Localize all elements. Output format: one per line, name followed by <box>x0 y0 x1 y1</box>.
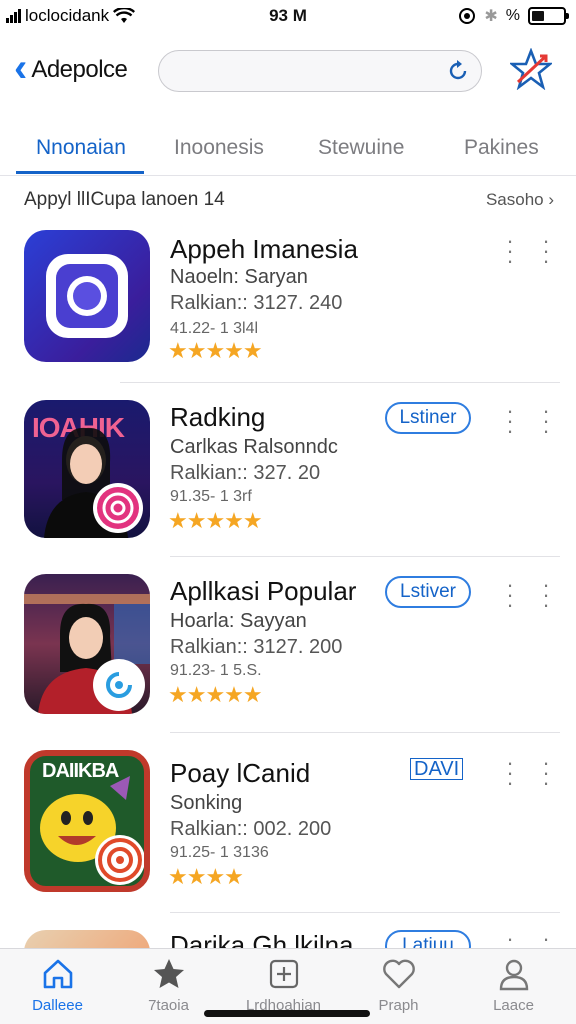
back-label: Adepolce <box>31 56 128 83</box>
location-icon <box>459 8 476 24</box>
app-name: Radking <box>170 402 266 432</box>
app-icon <box>24 930 150 948</box>
more-icon[interactable]: ·· <box>542 928 550 949</box>
back-button[interactable]: ‹ Adepolce <box>14 48 128 88</box>
tab-1[interactable]: Nnonaian <box>36 136 126 160</box>
status-bar: loclocidank 93 M ✱ % <box>0 0 576 34</box>
star-logo-icon[interactable] <box>510 48 552 90</box>
more-icon[interactable]: · · · <box>506 230 514 272</box>
tab-2[interactable]: Inoonesis <box>174 136 264 160</box>
more-icon[interactable]: · · · <box>542 752 550 794</box>
app-subtitle: Hoarla: Sayyan <box>170 610 307 632</box>
more-icon[interactable]: · · · <box>542 230 550 272</box>
see-all-link[interactable]: Sasoho › <box>486 190 554 210</box>
app-name: Appeh Imanesia <box>170 234 358 264</box>
tabbar-item-star[interactable]: 7taoia <box>111 955 226 1014</box>
person-icon <box>456 955 571 993</box>
more-icon[interactable]: · · · <box>506 574 514 616</box>
more-icon[interactable]: · · · <box>506 752 514 794</box>
app-rank: Ralkian:: 002. 200 <box>170 818 332 840</box>
more-icon[interactable]: · · · <box>542 400 550 442</box>
tab-4[interactable]: Pakines <box>464 136 539 160</box>
more-icon[interactable]: · · · <box>506 400 514 442</box>
app-icon <box>24 230 150 362</box>
app-rank: Ralkian:: 3127. 200 <box>170 636 343 658</box>
home-indicator <box>204 1010 370 1017</box>
rating-stars: ★★★★ <box>168 864 244 889</box>
app-name: Darika Gh lkilna <box>170 930 354 948</box>
chevron-left-icon: ‹ <box>14 46 28 90</box>
navigation-bar: ‹ Adepolce <box>0 44 576 100</box>
row-divider <box>120 382 560 383</box>
rating-stars: ★★★★★ <box>168 508 263 533</box>
app-rank: Ralkian:: 327. 20 <box>170 462 321 484</box>
app-rank: Ralkian:: 3127. 240 <box>170 292 343 314</box>
app-icon <box>24 574 150 714</box>
tab-3[interactable]: Stewuine <box>318 136 404 160</box>
app-meta: 41.22- 1 3l4l <box>170 320 259 337</box>
app-name: Apllkasi Popular <box>170 576 357 606</box>
star-icon <box>111 955 226 993</box>
status-right: ✱ % <box>458 6 569 26</box>
app-subtitle: Sonking <box>170 792 243 814</box>
heart-icon <box>341 955 456 993</box>
get-button[interactable]: Latiuu <box>385 930 471 948</box>
app-meta: 91.35- 1 3rf <box>170 488 252 505</box>
refresh-badge-icon <box>93 659 145 711</box>
row-divider <box>170 556 560 557</box>
get-button[interactable]: Lstiver <box>385 576 471 608</box>
battery-icon <box>528 7 569 25</box>
rating-stars: ★★★★★ <box>168 338 263 363</box>
get-button[interactable]: DAVI <box>410 758 464 780</box>
camera-icon <box>46 254 128 338</box>
app-subtitle: Naoeln: Saryan <box>170 266 308 288</box>
spiral-badge-icon <box>95 835 144 885</box>
more-icon[interactable]: · · · <box>542 574 550 616</box>
bluetooth-icon: ✱ <box>484 8 498 25</box>
app-icon: DAIIKBA <box>24 750 150 892</box>
tabbar-item-home[interactable]: Dalleee <box>0 955 115 1014</box>
app-meta: 91.25- 1 3136 <box>170 844 269 861</box>
category-tabs: Nnonaian Inoonesis Stewuine Pakines <box>0 128 576 176</box>
search-input[interactable] <box>158 50 482 92</box>
rating-stars: ★★★★★ <box>168 682 263 707</box>
app-icon: IOAHIK <box>24 400 150 538</box>
app-meta: 91.23- 1 5.S. <box>170 662 262 679</box>
tabbar-label: Laace <box>493 997 534 1014</box>
refresh-icon[interactable] <box>445 58 471 84</box>
plus-square-icon <box>226 955 341 993</box>
get-button[interactable]: Lstiner <box>385 402 471 434</box>
row-divider <box>170 912 560 913</box>
tabbar-item-favorites[interactable]: Praph <box>341 955 456 1014</box>
app-row[interactable]: Darika Gh lkilna Latiuu ·· ·· <box>0 926 576 948</box>
section-title: Appyl llICupa lanoen 14 <box>24 189 225 210</box>
tabbar-item-profile[interactable]: Laace <box>456 955 571 1014</box>
tabbar-label: Dalleee <box>32 997 83 1014</box>
app-subtitle: Carlkas Ralsonndc <box>170 436 338 458</box>
battery-percent: % <box>505 7 520 24</box>
home-icon <box>0 955 115 993</box>
more-icon[interactable]: ·· <box>506 928 514 949</box>
tabbar-item-create[interactable]: Lrdhoahian <box>226 955 341 1014</box>
row-divider <box>170 732 560 733</box>
active-tab-indicator <box>16 171 144 174</box>
app-name: Poay lCanid <box>170 758 311 788</box>
spiral-badge-icon <box>93 483 143 533</box>
